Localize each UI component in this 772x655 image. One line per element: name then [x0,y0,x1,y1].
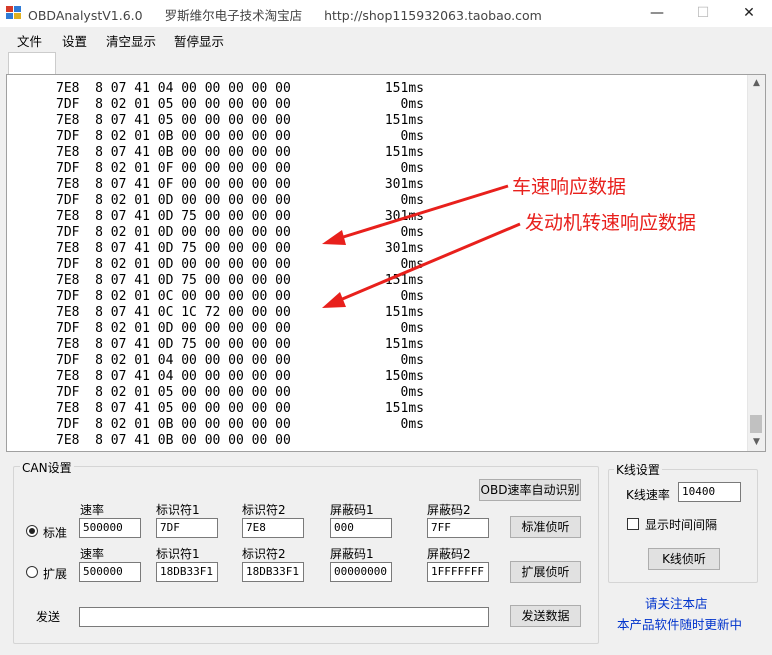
arrow-speed-head [322,230,346,245]
kline-rate-field[interactable]: 10400 [678,482,741,502]
std-mask2-field[interactable]: 7FF [427,518,489,538]
ext-rate-label: 速率 [80,547,105,561]
ext-rate-field[interactable]: 500000 [79,562,141,582]
std-rate-label: 速率 [80,503,105,517]
std-id2-field[interactable]: 7E8 [242,518,304,538]
follow-store-link[interactable]: 请关注本店 [645,593,708,612]
can-settings-legend: CAN设置 [20,459,74,476]
send-input[interactable] [79,607,489,627]
std-mask1-field[interactable]: 000 [330,518,392,538]
kline-listen-button[interactable]: K线侦听 [648,548,720,570]
extended-label: 扩展 [43,567,68,581]
std-id1-label: 标识符1 [156,503,200,517]
extended-listen-button[interactable]: 扩展侦听 [510,561,581,583]
standard-listen-button[interactable]: 标准侦听 [510,516,581,538]
std-mask2-label: 屏蔽码2 [427,503,471,517]
arrow-speed [339,184,509,240]
ext-mask2-field[interactable]: 1FFFFFFF [427,562,489,582]
kline-settings-legend: K线设置 [614,461,662,478]
ext-id1-field[interactable]: 18DB33F1 [156,562,218,582]
ext-mask2-label: 屏蔽码2 [427,547,471,561]
ext-id1-label: 标识符1 [156,547,200,561]
auto-detect-button[interactable]: OBD速率自动识别 [479,479,581,501]
ext-id2-field[interactable]: 18DB33F1 [242,562,304,582]
std-rate-field[interactable]: 500000 [79,518,141,538]
send-data-button[interactable]: 发送数据 [510,605,581,627]
ext-id2-label: 标识符2 [242,547,286,561]
standard-label: 标准 [43,526,68,540]
ext-mask1-field[interactable]: 00000000 [330,562,392,582]
std-mask1-label: 屏蔽码1 [330,503,374,517]
std-id2-label: 标识符2 [242,503,286,517]
standard-radio[interactable] [26,525,38,537]
update-notice-link[interactable]: 本产品软件随时更新中 [617,614,742,633]
arrow-rpm-head [322,292,346,308]
show-interval-checkbox[interactable] [627,518,639,530]
send-label: 发送 [36,610,61,624]
arrow-rpm [339,222,521,302]
extended-radio[interactable] [26,566,38,578]
show-interval-label: 显示时间间隔 [645,518,718,532]
kline-rate-label: K线速率 [626,488,670,502]
ext-mask1-label: 屏蔽码1 [330,547,374,561]
std-id1-field[interactable]: 7DF [156,518,218,538]
